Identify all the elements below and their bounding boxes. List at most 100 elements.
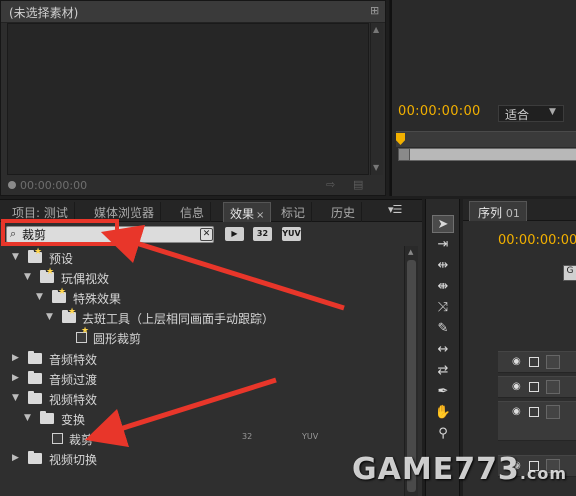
lock-icon[interactable] <box>546 380 560 394</box>
preset-folder-icon: ★ <box>40 267 54 283</box>
tree-item-video-effects[interactable]: ▼ 视频特效 <box>2 389 410 409</box>
tree-item-video-transitions[interactable]: ▶ 视频切换 <box>2 449 410 469</box>
tab-history[interactable]: 历史 <box>325 202 363 222</box>
panel-menu-icon[interactable]: ▾☰ <box>388 203 402 216</box>
panel-menu-icon[interactable]: ⊞ <box>370 4 379 17</box>
pen-tool-icon[interactable]: ✒ <box>432 383 454 401</box>
effects-search-box[interactable]: ⌕ ✕ <box>6 226 214 243</box>
tree-item-label: 玩偶视效 <box>61 272 110 286</box>
tree-item-label: 预设 <box>49 252 74 266</box>
expanded-triangle-icon[interactable]: ▼ <box>46 312 53 322</box>
track-header[interactable]: ◉ <box>498 401 576 441</box>
tree-item-label: 音频过渡 <box>49 373 98 387</box>
folder-icon <box>28 391 42 404</box>
folder-icon <box>28 351 42 364</box>
tab-label: 历史 <box>331 206 356 220</box>
32bit-effects-filter[interactable]: 32 <box>253 227 272 241</box>
tab-sequence[interactable]: 序列 01 <box>469 201 527 221</box>
expanded-triangle-icon[interactable]: ▼ <box>36 292 43 302</box>
ripple-edit-tool-icon[interactable]: ⇹ <box>432 257 454 275</box>
tab-markers[interactable]: 标记 <box>275 202 313 222</box>
tree-item-special-effects[interactable]: ▼ ★ 特殊效果 <box>2 287 410 308</box>
fit-zoom-select[interactable]: 适合 ▼ <box>498 105 564 122</box>
slip-tool-icon[interactable]: ↔ <box>432 341 454 359</box>
selection-tool-icon[interactable]: ➤ <box>432 215 454 233</box>
tree-item-label: 裁剪 <box>69 433 94 447</box>
program-timecode[interactable]: 00:00:00:00 <box>398 104 481 119</box>
expanded-triangle-icon[interactable]: ▼ <box>12 252 19 262</box>
close-icon[interactable]: × <box>256 210 264 221</box>
drag-video-icon[interactable]: ⇨ <box>326 178 335 191</box>
razor-tool-icon[interactable]: ✎ <box>432 320 454 338</box>
film-icon[interactable] <box>529 357 539 367</box>
program-zoom-scrollbar[interactable] <box>398 148 576 161</box>
scroll-up-icon[interactable]: ▲ <box>373 25 379 34</box>
tab-label: 效果 <box>230 207 255 221</box>
zoom-tool-icon[interactable]: ⚲ <box>432 425 454 443</box>
source-monitor-panel: (未选择素材) ⊞ ▲ ▼ 00:00:00:00 ⇨ ▤ <box>0 0 386 196</box>
tree-item-despot-tool[interactable]: ▼ ★ 去斑工具（上层相同画面手动跟踪） <box>2 307 410 328</box>
collapsed-triangle-icon[interactable]: ▶ <box>12 373 19 383</box>
expanded-triangle-icon[interactable]: ▼ <box>24 413 31 423</box>
hand-tool-icon[interactable]: ✋ <box>432 404 454 422</box>
scroll-up-icon[interactable]: ▲ <box>408 248 413 256</box>
lock-icon[interactable] <box>546 405 560 419</box>
tree-item-crop[interactable]: 裁剪 32 YUV <box>2 429 410 449</box>
program-monitor-panel: 00:00:00:00 适合 ▼ <box>389 0 576 196</box>
source-monitor-scrollbar[interactable]: ▲ ▼ <box>370 23 383 175</box>
lock-icon[interactable] <box>546 355 560 369</box>
tree-item-transform[interactable]: ▼ 变换 <box>2 409 410 429</box>
search-input[interactable] <box>22 227 192 242</box>
film-icon[interactable] <box>529 407 539 417</box>
tab-project[interactable]: 项目: 测试 <box>6 202 75 222</box>
32bit-badge-icon: 32 <box>242 432 253 441</box>
collapsed-triangle-icon[interactable]: ▶ <box>12 353 19 363</box>
effect-icon <box>52 433 63 444</box>
tab-media-browser[interactable]: 媒体浏览器 <box>88 202 162 222</box>
scroll-down-icon[interactable]: ▼ <box>373 163 379 172</box>
preset-folder-icon: ★ <box>28 247 42 263</box>
track-select-tool-icon[interactable]: ⇥ <box>432 236 454 254</box>
tab-suffix: 01 <box>505 207 520 220</box>
film-icon[interactable] <box>529 382 539 392</box>
tree-item-audio-transitions[interactable]: ▶ 音频过渡 <box>2 369 410 389</box>
source-monitor-footer: 00:00:00:00 ⇨ ▤ <box>1 177 385 195</box>
expanded-triangle-icon[interactable]: ▼ <box>24 272 31 282</box>
snap-icon[interactable]: G <box>563 265 576 281</box>
zoom-scrollbar-handle[interactable] <box>398 148 410 161</box>
tree-item-presets[interactable]: ▼ ★ 预设 <box>2 247 410 268</box>
effects-tree: ▼ ★ 预设 ▼ ★ 玩偶视效 ▼ ★ 特殊效果 ▼ ★ 去斑工具（上层相同画面… <box>2 247 410 494</box>
rate-stretch-tool-icon[interactable]: ⤨ <box>432 299 454 317</box>
drag-audio-icon[interactable]: ▤ <box>353 178 363 191</box>
tab-info[interactable]: 信息 <box>174 202 212 222</box>
rolling-edit-tool-icon[interactable]: ⇼ <box>432 278 454 296</box>
source-timecode[interactable]: 00:00:00:00 <box>20 179 87 192</box>
expanded-triangle-icon[interactable]: ▼ <box>12 393 19 403</box>
tree-item-wanou[interactable]: ▼ ★ 玩偶视效 <box>2 267 410 288</box>
source-monitor-viewer <box>7 23 369 175</box>
watermark-tld: .com <box>519 464 568 483</box>
eye-icon[interactable]: ◉ <box>512 406 521 417</box>
collapsed-triangle-icon[interactable]: ▶ <box>12 453 19 463</box>
clear-search-icon[interactable]: ✕ <box>200 228 213 241</box>
tab-effects[interactable]: 效果 × <box>223 202 272 222</box>
watermark-logo: GAME773.com <box>352 452 567 487</box>
playhead-dot-icon[interactable] <box>8 181 16 189</box>
accelerated-effects-filter[interactable]: ▶ <box>225 227 244 241</box>
track-header[interactable]: ◉ <box>498 351 576 373</box>
tab-label: 媒体浏览器 <box>94 206 155 220</box>
track-header[interactable]: ◉ <box>498 376 576 398</box>
program-time-ruler[interactable] <box>396 131 576 147</box>
tree-item-circle-crop[interactable]: ★ 圆形裁剪 <box>2 326 410 348</box>
folder-icon <box>40 411 54 424</box>
tab-label: 信息 <box>180 206 205 220</box>
eye-icon[interactable]: ◉ <box>512 381 521 392</box>
tab-label: 标记 <box>281 206 306 220</box>
tree-item-label: 特殊效果 <box>73 292 122 306</box>
eye-icon[interactable]: ◉ <box>512 356 521 367</box>
tree-item-audio-effects[interactable]: ▶ 音频特效 <box>2 349 410 369</box>
yuv-effects-filter[interactable]: YUV <box>282 227 301 241</box>
folder-icon <box>28 371 42 384</box>
slide-tool-icon[interactable]: ⇄ <box>432 362 454 380</box>
timeline-timecode[interactable]: 00:00:00:00 <box>498 233 576 248</box>
